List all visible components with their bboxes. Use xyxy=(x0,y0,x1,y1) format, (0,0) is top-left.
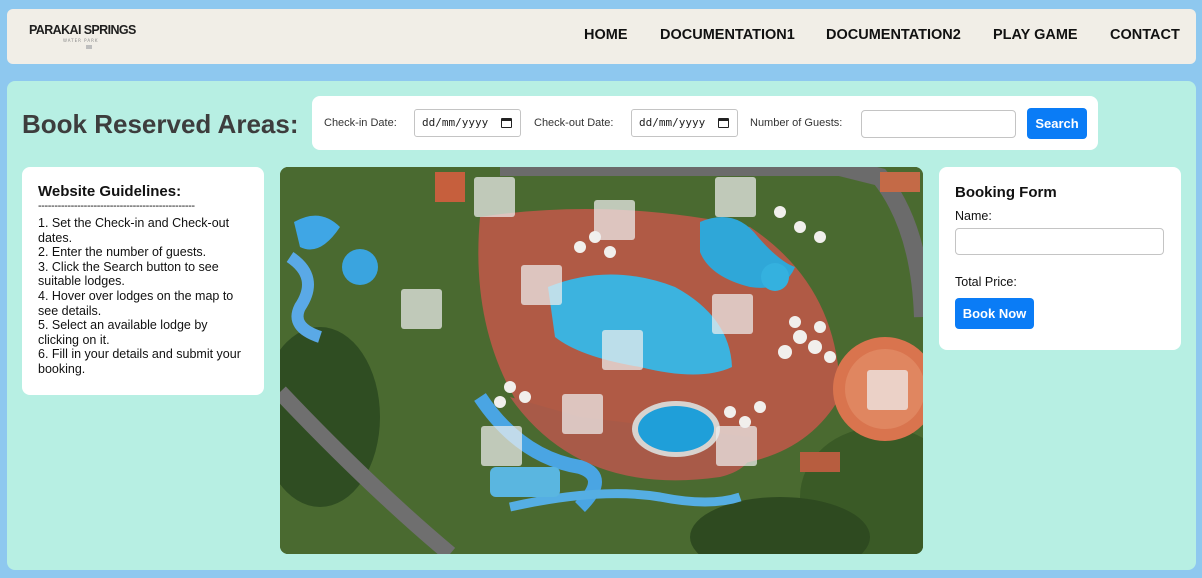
checkout-date-input[interactable]: dd/mm/yyyy xyxy=(631,109,738,137)
lodge-marker[interactable] xyxy=(594,200,635,240)
checkin-date-input[interactable]: dd/mm/yyyy xyxy=(414,109,521,137)
calendar-icon[interactable] xyxy=(501,118,512,128)
guests-label: Number of Guests: xyxy=(750,117,843,129)
checkin-label: Check-in Date: xyxy=(324,117,397,129)
logo-tagline: WATER PARK xyxy=(63,38,99,43)
guideline-step: 5. Select an available lodge by clicking… xyxy=(38,318,208,347)
resort-aerial-map[interactable] xyxy=(280,167,923,554)
calendar-icon[interactable] xyxy=(718,118,729,128)
booking-form-title: Booking Form xyxy=(955,184,1057,201)
guideline-step: 2. Enter the number of guests. xyxy=(38,245,207,260)
lodge-marker[interactable] xyxy=(867,370,908,410)
guideline-step: 6. Fill in your details and submit your … xyxy=(38,347,241,376)
logo-mark xyxy=(86,45,92,49)
nav-home[interactable]: HOME xyxy=(584,27,628,43)
book-now-button[interactable]: Book Now xyxy=(955,298,1034,329)
total-price-label: Total Price: xyxy=(955,275,1017,289)
checkout-placeholder: dd/mm/yyyy xyxy=(639,116,706,129)
guests-input[interactable] xyxy=(861,110,1016,138)
search-button[interactable]: Search xyxy=(1027,108,1087,139)
logo-text: PARAKAI SPRINGS xyxy=(29,23,136,37)
name-label: Name: xyxy=(955,209,992,223)
guidelines-list: 1. Set the Check-in and Check-out dates.… xyxy=(38,216,246,377)
lodge-marker[interactable] xyxy=(562,394,603,434)
nav-contact[interactable]: CONTACT xyxy=(1110,27,1180,43)
guidelines-divider: ----------------------------------------… xyxy=(38,200,195,212)
lodge-marker[interactable] xyxy=(716,426,757,466)
checkin-placeholder: dd/mm/yyyy xyxy=(422,116,489,129)
nav-documentation1[interactable]: DOCUMENTATION1 xyxy=(660,27,795,43)
lodge-marker[interactable] xyxy=(521,265,562,305)
lodge-marker[interactable] xyxy=(474,177,515,217)
lodge-marker[interactable] xyxy=(481,426,522,466)
nav-documentation2[interactable]: DOCUMENTATION2 xyxy=(826,27,961,43)
lodge-marker[interactable] xyxy=(602,330,643,370)
lodge-marker[interactable] xyxy=(712,294,753,334)
guideline-step: 1. Set the Check-in and Check-out dates. xyxy=(38,216,230,245)
name-input[interactable] xyxy=(955,228,1164,255)
guidelines-title: Website Guidelines: xyxy=(38,183,182,200)
guideline-step: 4. Hover over lodges on the map to see d… xyxy=(38,288,234,318)
page-title: Book Reserved Areas: xyxy=(22,109,299,139)
lodge-marker[interactable] xyxy=(715,177,756,217)
parakai-springs-logo[interactable]: PARAKAI SPRINGS WATER PARK xyxy=(29,21,149,51)
lodge-marker[interactable] xyxy=(401,289,442,329)
guideline-step: 3. Click the Search button to see suitab… xyxy=(38,259,219,289)
nav-play-game[interactable]: PLAY GAME xyxy=(993,27,1078,43)
checkout-label: Check-out Date: xyxy=(534,117,614,129)
